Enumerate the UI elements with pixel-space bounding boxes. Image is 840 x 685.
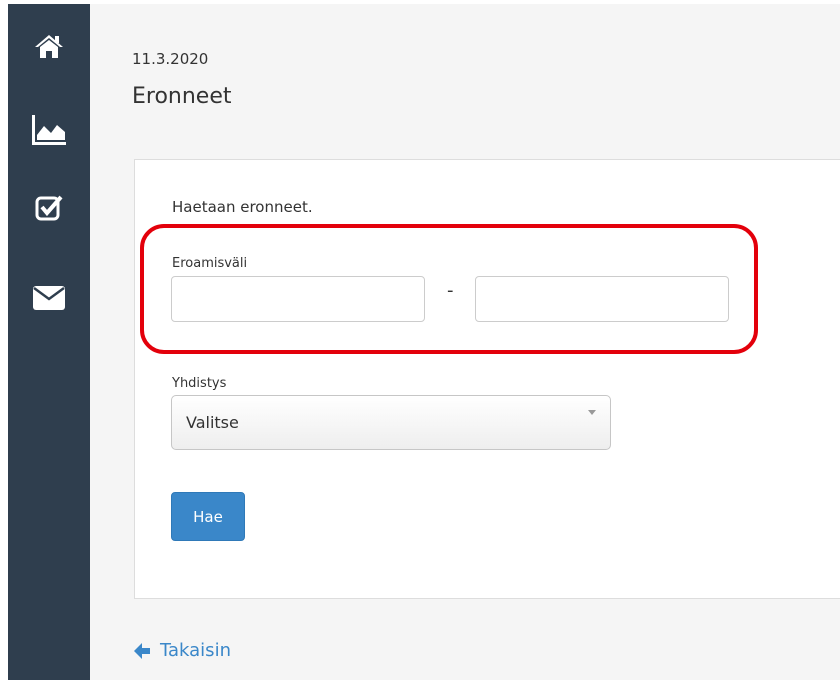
range-separator: - — [447, 280, 454, 301]
home-icon[interactable] — [28, 28, 70, 64]
current-date: 11.3.2020 — [132, 50, 209, 68]
app-window: 11.3.2020 Eronneet Haetaan eronneet. Ero… — [8, 4, 840, 680]
main-content: 11.3.2020 Eronneet Haetaan eronneet. Ero… — [90, 4, 840, 680]
search-button[interactable]: Hae — [171, 492, 245, 541]
association-label: Yhdistys — [172, 376, 227, 391]
resignation-range-label: Eroamisväli — [172, 256, 248, 271]
envelope-icon[interactable] — [28, 280, 70, 316]
association-selected-value: Valitse — [186, 413, 239, 432]
checkbox-icon[interactable] — [28, 190, 70, 226]
chevron-down-icon — [588, 410, 596, 415]
area-chart-icon[interactable] — [28, 112, 70, 148]
back-link[interactable]: Takaisin — [134, 640, 231, 661]
form-intro-text: Haetaan eronneet. — [172, 198, 313, 216]
page-title: Eronneet — [132, 84, 232, 109]
range-start-input[interactable] — [171, 276, 425, 322]
sidebar — [8, 4, 90, 680]
search-form-card: Haetaan eronneet. Eroamisväli - Yhdistys… — [134, 159, 840, 599]
arrow-left-icon — [134, 642, 150, 659]
back-link-label: Takaisin — [160, 640, 231, 661]
range-end-input[interactable] — [475, 276, 729, 322]
association-select[interactable]: Valitse — [171, 395, 611, 450]
